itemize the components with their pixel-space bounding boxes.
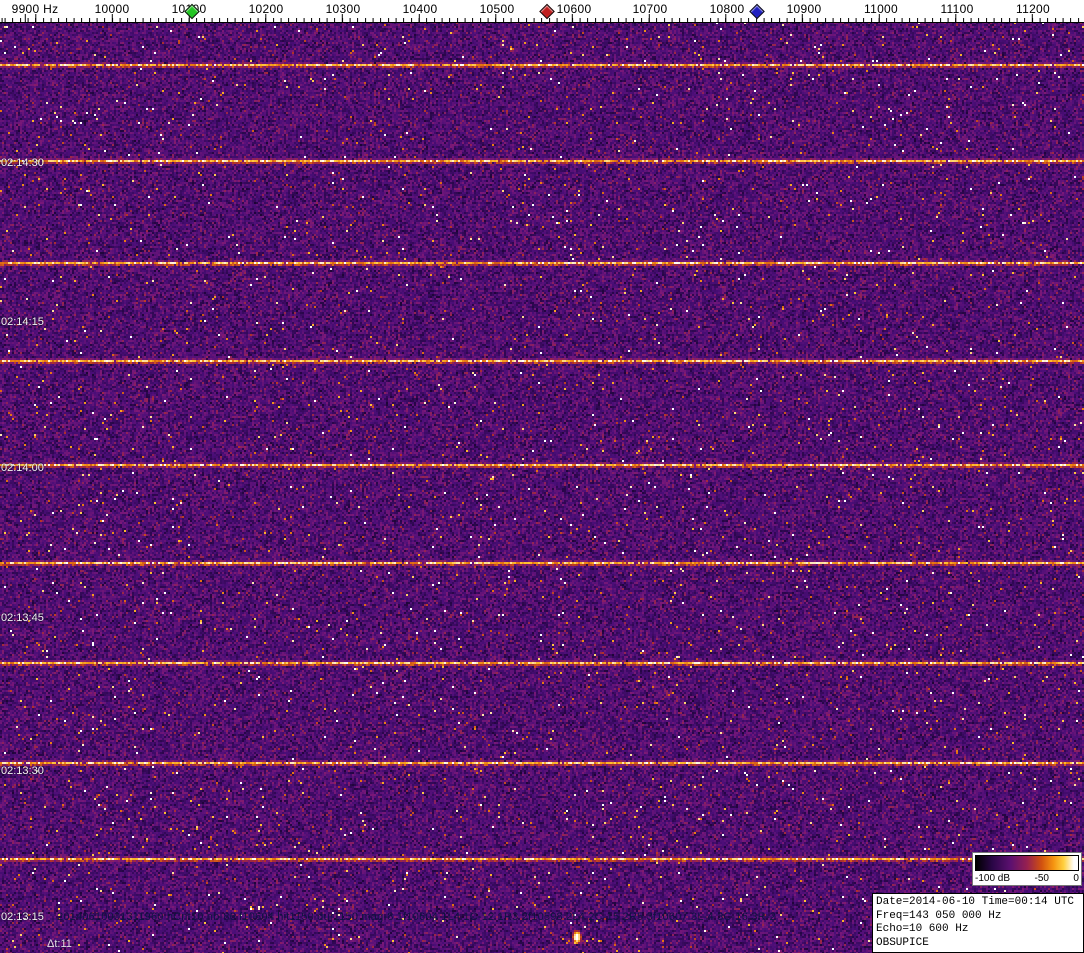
axis-tick-label: 10900: [787, 2, 822, 16]
info-echo: Echo=10 600 Hz: [876, 923, 1080, 937]
observation-info-box: Date=2014-06-10 Time=00:14 UTC Freq=143 …: [872, 893, 1084, 953]
axis-tick-label: 10700: [633, 2, 668, 16]
colorbar-gradient: [975, 855, 1079, 871]
axis-tick-label: 10000: [95, 2, 130, 16]
time-tick-label: 02:14:30: [1, 157, 44, 169]
time-tick-label: 02:14:00: [1, 462, 44, 474]
axis-tick-label: 10300: [326, 2, 361, 16]
intensity-colorbar: -100 dB -50 0: [972, 852, 1082, 886]
info-frequency: Freq=143 050 000 Hz: [876, 910, 1080, 924]
axis-tick-label: 10200: [249, 2, 284, 16]
time-tick-label: 02:13:15: [1, 911, 44, 923]
time-tick-label: 02:13:30: [1, 765, 44, 777]
axis-tick-label: 10800: [710, 2, 745, 16]
info-station-id: OBSUPICE: [876, 937, 1080, 951]
meteor-event-log-text: 20140610001311960 hCnt10 nb-86 f10604 hi…: [57, 911, 776, 923]
time-tick-label: 02:13:45: [1, 612, 44, 624]
frequency-axis: 9900 Hz100001010010200103001040010500106…: [0, 0, 1084, 23]
axis-tick-label: 11100: [940, 2, 973, 16]
time-tick-label: 02:14:15: [1, 316, 44, 328]
spectrogram-app-window: 9900 Hz100001010010200103001040010500106…: [0, 0, 1084, 953]
delta-t-label: Δt:11: [47, 938, 72, 950]
waterfall-spectrogram-canvas[interactable]: [0, 22, 1084, 953]
colorbar-max-label: 0: [1073, 873, 1079, 884]
axis-tick-label: 9900 Hz: [12, 2, 59, 16]
colorbar-mid-label: -50: [1035, 873, 1049, 884]
axis-tick-label: 10500: [480, 2, 515, 16]
axis-tick-label: 11000: [864, 2, 898, 16]
axis-tick-label: 10600: [557, 2, 592, 16]
colorbar-min-label: -100 dB: [975, 873, 1010, 884]
colorbar-labels: -100 dB -50 0: [975, 873, 1079, 884]
info-date-time: Date=2014-06-10 Time=00:14 UTC: [876, 896, 1080, 910]
axis-tick-label: 10400: [403, 2, 438, 16]
axis-tick-label: 11200: [1016, 2, 1050, 16]
